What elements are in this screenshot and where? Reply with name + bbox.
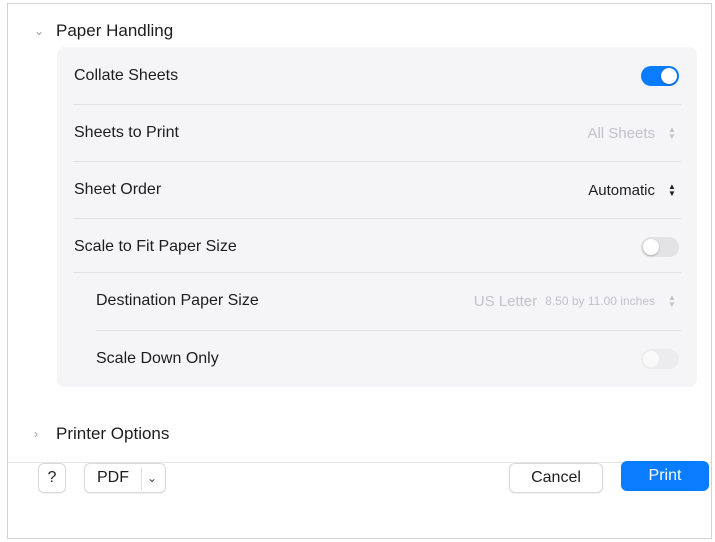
destination-paper-size-popup[interactable]: US Letter 8.50 by 11.00 inches ▲ ▼ <box>474 293 679 310</box>
print-label: Print <box>648 467 682 484</box>
collate-sheets-row: Collate Sheets <box>57 47 697 105</box>
sheets-to-print-value: All Sheets <box>587 124 655 142</box>
chevron-right-icon: › <box>34 427 38 441</box>
collate-sheets-label: Collate Sheets <box>74 67 179 84</box>
scale-to-fit-row: Scale to Fit Paper Size <box>57 218 697 276</box>
sheet-order-label: Sheet Order <box>74 181 162 198</box>
stepper-icon: ▲ ▼ <box>668 293 676 309</box>
sheet-order-value: Automatic <box>588 181 655 199</box>
sheet-order-popup[interactable]: Automatic ▲ ▼ <box>588 182 679 199</box>
print-button[interactable]: Print <box>621 461 709 491</box>
printer-options-disclosure[interactable]: › Printer Options <box>34 422 169 446</box>
paper-handling-title: Paper Handling <box>56 21 174 40</box>
scale-to-fit-toggle[interactable] <box>641 237 679 257</box>
stepper-icon: ▲ ▼ <box>668 182 676 198</box>
scale-to-fit-label: Scale to Fit Paper Size <box>74 238 237 255</box>
destination-paper-size-label: Destination Paper Size <box>96 292 259 309</box>
sheets-to-print-label: Sheets to Print <box>74 124 179 141</box>
pdf-label: PDF <box>97 469 129 486</box>
help-button[interactable]: ? <box>38 463 66 493</box>
scale-down-only-toggle[interactable] <box>641 349 679 369</box>
help-label: ? <box>47 469 57 486</box>
sheets-to-print-popup[interactable]: All Sheets ▲ ▼ <box>587 125 679 142</box>
collate-sheets-toggle[interactable] <box>641 66 679 86</box>
sheets-to-print-row: Sheets to Print All Sheets ▲ ▼ <box>57 104 697 162</box>
printer-options-title: Printer Options <box>56 424 170 443</box>
paper-handling-disclosure[interactable]: ⌄ Paper Handling <box>34 19 173 43</box>
cancel-button[interactable]: Cancel <box>509 463 603 493</box>
scale-down-only-label: Scale Down Only <box>96 350 219 367</box>
destination-paper-size-value: US Letter <box>473 292 538 310</box>
destination-paper-size-row: Destination Paper Size US Letter 8.50 by… <box>57 272 697 330</box>
dropdown-chevron-icon: ⌄ <box>147 471 158 485</box>
pdf-menu-button[interactable]: PDF ⌄ <box>84 463 166 493</box>
scale-down-only-row: Scale Down Only <box>57 330 697 388</box>
chevron-down-icon: ⌄ <box>34 24 45 38</box>
stepper-icon: ▲ ▼ <box>668 125 676 141</box>
sheet-order-row: Sheet Order Automatic ▲ ▼ <box>57 161 697 219</box>
destination-paper-size-detail: 8.50 by 11.00 inches <box>545 294 655 308</box>
cancel-label: Cancel <box>531 469 581 486</box>
pdf-separator <box>141 468 142 490</box>
